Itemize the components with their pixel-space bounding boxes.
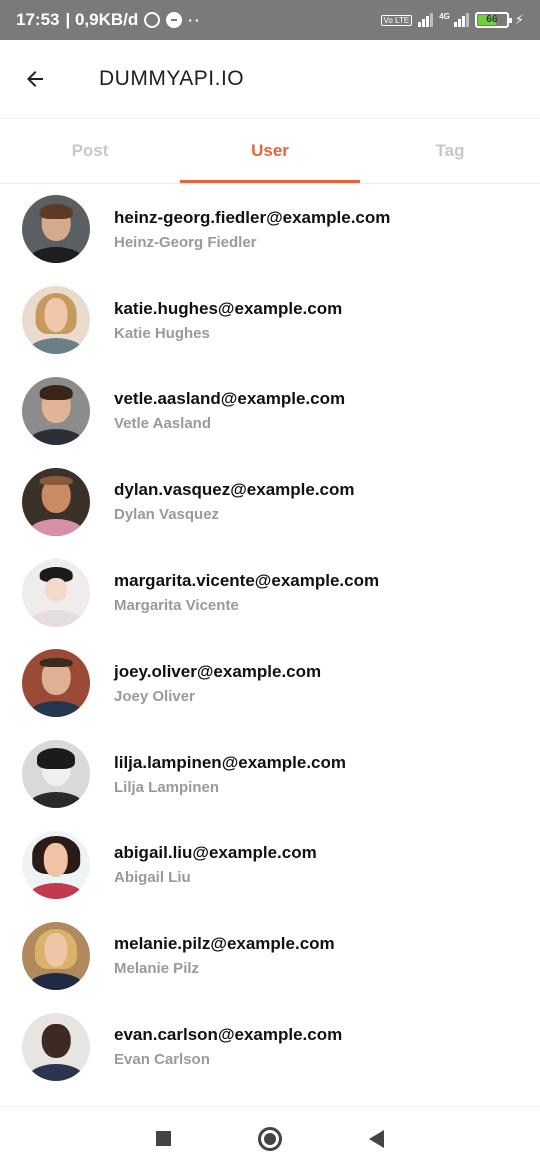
user-email: evan.carlson@example.com xyxy=(114,1025,343,1045)
signal-icon-2 xyxy=(453,13,469,27)
user-row[interactable]: margarita.vicente@example.com Margarita … xyxy=(0,547,540,638)
user-avatar xyxy=(22,1012,90,1081)
app-screen: 17:53 | 0,9KB/d ·· Vo LTE 4G 66 ⚡ DUMMYA… xyxy=(0,0,540,1170)
user-text: lilja.lampinen@example.com Lilja Lampine… xyxy=(114,753,346,796)
user-name: Vetle Aasland xyxy=(114,415,211,433)
user-email: joey.oliver@example.com xyxy=(114,661,322,681)
status-network-speed: | 0,9KB/d xyxy=(65,10,139,29)
home-circle-icon xyxy=(257,1126,282,1151)
user-email: lilja.lampinen@example.com xyxy=(114,752,346,772)
more-dots-icon: ·· xyxy=(188,12,202,28)
user-name: Abigail Liu xyxy=(114,869,191,887)
arrow-left-icon xyxy=(27,71,43,87)
user-email: heinz-georg.fiedler@example.com xyxy=(114,207,391,227)
system-back-button[interactable] xyxy=(357,1119,397,1159)
user-name: Joey Oliver xyxy=(114,687,195,705)
user-text: vetle.aasland@example.com Vetle Aasland xyxy=(114,389,345,432)
user-row[interactable]: vetle.aasland@example.com Vetle Aasland xyxy=(0,366,540,457)
battery-icon: 66 xyxy=(474,12,512,28)
status-bar: 17:53 | 0,9KB/d ·· Vo LTE 4G 66 ⚡ xyxy=(0,0,540,40)
user-avatar xyxy=(22,649,90,718)
user-text: heinz-georg.fiedler@example.com Heinz-Ge… xyxy=(114,208,390,251)
back-triangle-icon xyxy=(369,1129,385,1148)
user-list: heinz-georg.fiedler@example.com Heinz-Ge… xyxy=(0,184,540,1106)
user-avatar xyxy=(22,467,90,536)
user-email: dylan.vasquez@example.com xyxy=(114,480,355,500)
user-email: abigail.liu@example.com xyxy=(114,843,317,863)
volte-badge: Vo LTE xyxy=(380,14,413,26)
charging-icon: ⚡ xyxy=(514,12,524,27)
user-row[interactable]: lilja.lampinen@example.com Lilja Lampine… xyxy=(0,729,540,820)
user-text: margarita.vicente@example.com Margarita … xyxy=(114,571,379,614)
user-name: Margarita Vicente xyxy=(114,597,239,615)
user-avatar xyxy=(22,558,90,627)
alarm-icon xyxy=(144,12,161,28)
user-name: Lilja Lampinen xyxy=(114,778,220,796)
tab-bar: Post User Tag xyxy=(0,118,540,184)
recents-button[interactable] xyxy=(143,1119,183,1159)
user-name: Melanie Pilz xyxy=(114,960,200,978)
user-row[interactable]: joey.oliver@example.com Joey Oliver xyxy=(0,638,540,729)
user-text: melanie.pilz@example.com Melanie Pilz xyxy=(114,934,335,977)
user-email: vetle.aasland@example.com xyxy=(114,389,346,409)
messenger-icon xyxy=(166,12,183,28)
tab-tag[interactable]: Tag xyxy=(360,119,540,183)
page-title: DUMMYAPI.IO xyxy=(99,67,245,90)
user-row[interactable]: katie.hughes@example.com Katie Hughes xyxy=(0,275,540,366)
user-avatar xyxy=(22,286,90,355)
user-avatar xyxy=(22,921,90,990)
user-email: margarita.vicente@example.com xyxy=(114,571,380,591)
user-row[interactable]: heinz-georg.fiedler@example.com Heinz-Ge… xyxy=(0,184,540,275)
user-avatar xyxy=(22,376,90,445)
user-avatar xyxy=(22,195,90,264)
user-row[interactable]: abigail.liu@example.com Abigail Liu xyxy=(0,820,540,911)
user-name: Dylan Vasquez xyxy=(114,506,220,524)
tab-post[interactable]: Post xyxy=(0,119,180,183)
tab-user[interactable]: User xyxy=(180,119,360,183)
system-nav-bar xyxy=(0,1106,540,1170)
user-name: Evan Carlson xyxy=(114,1051,210,1069)
app-bar: DUMMYAPI.IO xyxy=(0,40,540,118)
user-avatar xyxy=(22,830,90,899)
user-name: Katie Hughes xyxy=(114,324,210,342)
user-row[interactable]: melanie.pilz@example.com Melanie Pilz xyxy=(0,910,540,1001)
user-email: melanie.pilz@example.com xyxy=(114,934,335,954)
user-text: katie.hughes@example.com Katie Hughes xyxy=(114,299,342,342)
user-row[interactable]: dylan.vasquez@example.com Dylan Vasquez xyxy=(0,456,540,547)
user-name: Heinz-Georg Fiedler xyxy=(114,233,257,251)
user-email: katie.hughes@example.com xyxy=(114,298,343,318)
status-right: Vo LTE 4G 66 ⚡ xyxy=(380,12,524,28)
home-button[interactable] xyxy=(250,1119,290,1159)
user-text: joey.oliver@example.com Joey Oliver xyxy=(114,662,321,705)
user-text: dylan.vasquez@example.com Dylan Vasquez xyxy=(114,480,355,523)
status-time: 17:53 xyxy=(16,10,60,29)
user-text: abigail.liu@example.com Abigail Liu xyxy=(114,843,317,886)
user-avatar xyxy=(22,740,90,809)
recents-square-icon xyxy=(155,1131,171,1146)
battery-level: 66 xyxy=(486,14,498,25)
user-text: evan.carlson@example.com Evan Carlson xyxy=(114,1025,342,1068)
signal-icon xyxy=(418,13,434,27)
status-left: 17:53 | 0,9KB/d ·· xyxy=(16,10,202,30)
user-row[interactable]: evan.carlson@example.com Evan Carlson xyxy=(0,1001,540,1092)
network-type: 4G xyxy=(439,12,450,21)
back-button[interactable] xyxy=(0,40,70,118)
